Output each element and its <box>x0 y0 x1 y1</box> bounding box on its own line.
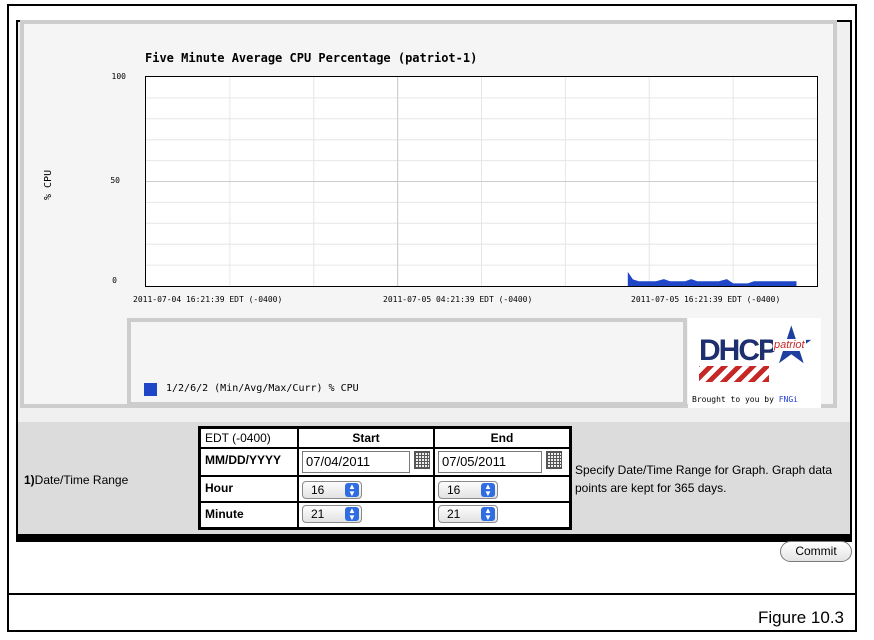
y-tick-label: 50 <box>110 176 120 185</box>
logo-stripes <box>699 366 769 382</box>
start-hour-select[interactable]: 16 ▲ ▼ <box>302 481 362 499</box>
start-minute-select[interactable]: 21 ▲ ▼ <box>302 505 362 523</box>
start-header: Start <box>299 429 433 447</box>
stepper-arrows-icon[interactable]: ▲ ▼ <box>481 483 495 498</box>
y-axis-label: % CPU <box>43 169 54 200</box>
x-tick-label: 2011-07-05 16:21:39 EDT (-0400) <box>631 295 781 304</box>
brought-by-prefix: Brought to you by <box>692 395 779 404</box>
stepper-arrows-icon[interactable]: ▲ ▼ <box>481 507 495 522</box>
y-tick-label: 100 <box>111 72 126 81</box>
date-range-help-text: Specify Date/Time Range for Graph. Graph… <box>575 463 833 495</box>
cpu-chart <box>146 77 817 286</box>
date-time-table: EDT (-0400) Start End MM/DD/YYYY Hour Mi… <box>198 426 572 530</box>
figure-caption: Figure 10.3 <box>758 608 844 627</box>
stepper-arrows-icon[interactable]: ▲ ▼ <box>345 483 359 498</box>
graph-title: Five Minute Average CPU Percentage (patr… <box>145 51 478 65</box>
fngi-link[interactable]: FNGi <box>779 395 798 404</box>
frame-divider <box>7 593 857 595</box>
row-number: 1) <box>24 473 35 487</box>
logo-subtext: patriot <box>773 339 806 351</box>
start-hour-value: 16 <box>311 483 325 497</box>
row-label: 1)Date/Time Range <box>24 473 128 487</box>
end-header: End <box>435 429 569 447</box>
row-label-text: Date/Time Range <box>34 473 129 487</box>
x-tick-label: 2011-07-05 04:21:39 EDT (-0400) <box>383 295 533 304</box>
end-date-input[interactable]: 07/05/2011 <box>438 451 542 473</box>
hour-label: Hour <box>201 477 297 501</box>
start-date-input[interactable]: 07/04/2011 <box>302 451 410 473</box>
end-hour-select[interactable]: 16 ▲ ▼ <box>438 481 498 499</box>
date-format-label: MM/DD/YYYY <box>201 449 297 475</box>
plot-area <box>145 76 818 287</box>
cpu-series-area <box>627 271 797 286</box>
y-tick-label: 0 <box>112 276 117 285</box>
commit-button[interactable]: Commit <box>780 541 852 562</box>
end-minute-value: 21 <box>447 507 461 521</box>
start-calendar-icon[interactable] <box>414 451 430 469</box>
end-hour-value: 16 <box>447 483 461 497</box>
logo-text: DHCP <box>699 334 778 367</box>
legend-swatch <box>144 383 157 396</box>
start-minute-value: 21 <box>311 507 325 521</box>
stepper-arrows-icon[interactable]: ▲ ▼ <box>345 507 359 522</box>
legend-text: 1/2/6/2 (Min/Avg/Max/Curr) % CPU <box>166 383 359 394</box>
end-calendar-icon[interactable] <box>546 451 562 469</box>
end-minute-select[interactable]: 21 ▲ ▼ <box>438 505 498 523</box>
x-tick-label: 2011-07-04 16:21:39 EDT (-0400) <box>133 295 283 304</box>
brought-by-text: Brought to you by FNGi <box>692 395 798 404</box>
timezone-label: EDT (-0400) <box>201 429 297 447</box>
minute-label: Minute <box>201 503 297 527</box>
